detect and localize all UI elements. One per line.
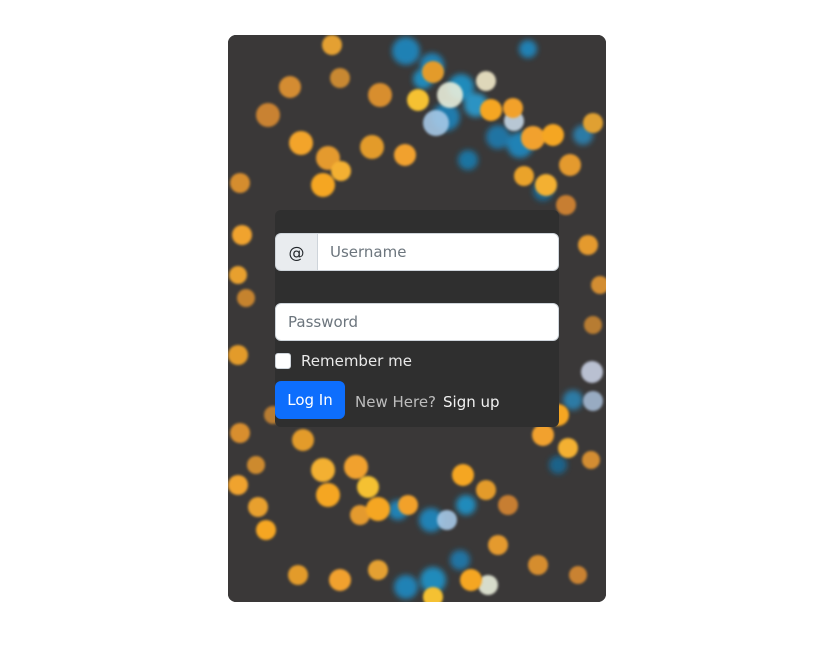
username-input-group: @ xyxy=(275,233,559,271)
login-form: @ Remember me Log In New Here? Sign up xyxy=(275,210,559,427)
password-input[interactable] xyxy=(275,303,559,341)
new-here-text: New Here? xyxy=(355,393,437,411)
login-card: @ Remember me Log In New Here? Sign up xyxy=(228,35,606,602)
remember-me-row: Remember me xyxy=(275,351,412,371)
remember-me-checkbox[interactable] xyxy=(275,353,291,369)
signup-link[interactable]: Sign up xyxy=(443,393,500,411)
username-input[interactable] xyxy=(317,233,559,271)
login-button[interactable]: Log In xyxy=(275,381,345,419)
remember-me-label[interactable]: Remember me xyxy=(301,352,412,370)
at-sign-addon: @ xyxy=(275,233,317,271)
